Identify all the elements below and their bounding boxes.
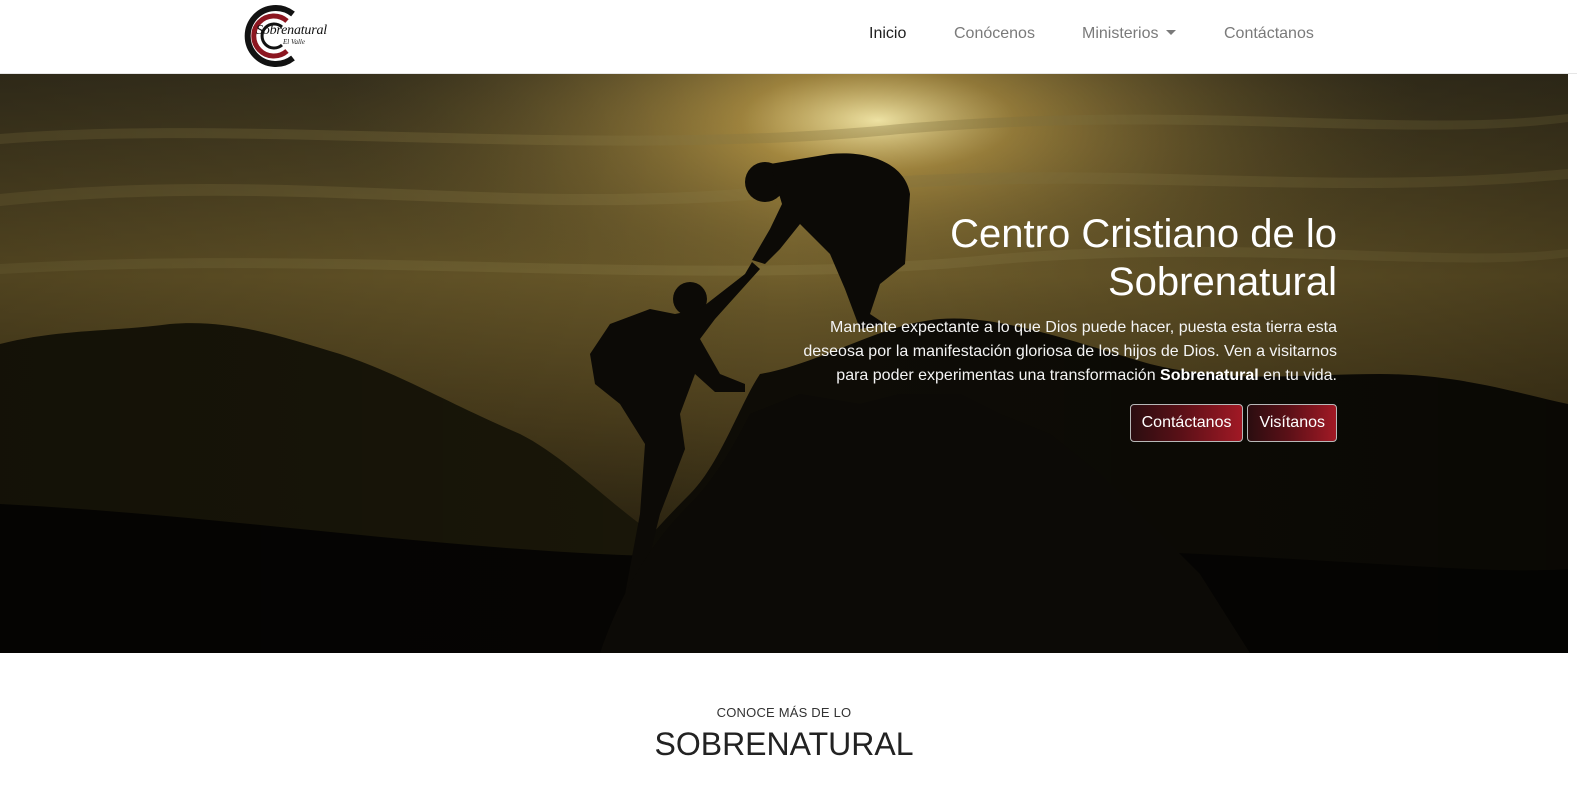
hero-buttons: Contáctanos Visítanos — [777, 404, 1337, 442]
nav-item-contactanos[interactable]: Contáctanos — [1224, 24, 1314, 44]
nav-item-conocenos[interactable]: Conócenos — [954, 24, 1035, 44]
hero-content: Centro Cristiano de lo Sobrenatural Mant… — [777, 210, 1337, 442]
nav-item-ministerios-label: Ministerios — [1082, 25, 1159, 42]
hero-title: Centro Cristiano de lo Sobrenatural — [777, 210, 1337, 306]
hero-title-line1: Centro Cristiano de lo — [950, 212, 1337, 256]
main-nav: Inicio Conócenos Ministerios Contáctanos — [0, 24, 1577, 46]
navbar: Sobrenatural El Valle Inicio Conócenos M… — [0, 0, 1577, 74]
section-title: SOBRENATURAL — [654, 726, 914, 762]
nav-item-ministerios[interactable]: Ministerios — [1082, 24, 1177, 44]
contact-button[interactable]: Contáctanos — [1129, 404, 1244, 442]
section-kicker: CONOCE MÁS DE LO — [716, 705, 852, 720]
chevron-down-icon — [1166, 30, 1177, 35]
hero-banner: Centro Cristiano de lo Sobrenatural Mant… — [0, 74, 1568, 653]
hero-title-line2: Sobrenatural — [1107, 260, 1337, 304]
page-scrollbar[interactable] — [1568, 74, 1577, 794]
hero-text-after: en tu vida. — [1258, 367, 1337, 384]
hero-description: Mantente expectante a lo que Dios puede … — [777, 316, 1337, 388]
nav-item-inicio[interactable]: Inicio — [869, 24, 906, 44]
hero-text-bold: Sobrenatural — [1160, 367, 1259, 384]
visit-button[interactable]: Visítanos — [1247, 404, 1337, 442]
about-section: CONOCE MÁS DE LO SOBRENATURAL — [0, 653, 1568, 794]
